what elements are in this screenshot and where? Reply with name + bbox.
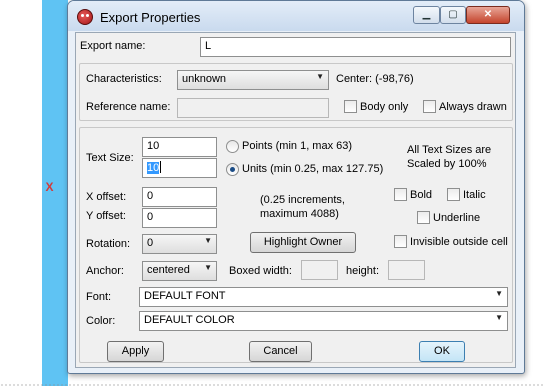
height-label: height: [346,265,380,277]
chevron-down-icon: ▼ [495,313,503,322]
text-size-label: Text Size: [86,152,134,164]
title-bar[interactable]: Export Properties ▁ ▢ ✕ [68,1,524,31]
text-size-units-input[interactable]: 10 [142,158,217,178]
points-label: Points (min 1, max 63) [242,140,353,152]
rotation-label: Rotation: [86,238,131,250]
export-properties-dialog: Export Properties ▁ ▢ ✕ Export name: L C… [67,0,525,374]
characteristics-value: unknown [182,73,227,85]
characteristics-label: Characteristics: [86,73,162,85]
chevron-down-icon: ▼ [316,72,324,81]
underline-checkbox[interactable] [417,211,430,224]
italic-label: Italic [463,189,486,201]
body-only-label: Body only [360,101,409,113]
boxed-width-label: Boxed width: [229,265,292,277]
x-offset-input[interactable]: 0 [142,187,217,207]
chevron-down-icon: ▼ [204,236,212,245]
y-offset-label: Y offset: [86,210,126,222]
cancel-button[interactable]: Cancel [249,341,312,362]
maximize-button[interactable]: ▢ [440,6,466,24]
text-size-points-input[interactable]: 10 [142,137,217,157]
increments-note-line1: (0.25 increments, [260,194,345,206]
invisible-outside-cell-label: Invisible outside cell [410,236,508,248]
y-offset-input[interactable]: 0 [142,208,217,228]
increments-note-line2: maximum 4088) [260,208,339,220]
close-icon: ✕ [483,9,493,20]
characteristics-select[interactable]: unknown ▼ [177,70,329,90]
chevron-down-icon: ▼ [495,289,503,298]
font-value: DEFAULT FONT [144,290,226,302]
font-select[interactable]: DEFAULT FONT ▼ [139,287,508,307]
minimize-button[interactable]: ▁ [413,6,440,24]
units-label: Units (min 0.25, max 127.75) [242,163,384,175]
italic-checkbox[interactable] [447,188,460,201]
x-offset-label: X offset: [86,191,127,203]
units-radio[interactable] [226,163,239,176]
height-input[interactable] [388,260,425,280]
apply-button[interactable]: Apply [107,341,164,362]
reference-name-input[interactable] [177,98,329,118]
anchor-label: Anchor: [86,265,124,277]
color-select[interactable]: DEFAULT COLOR ▼ [139,311,508,331]
app-icon [77,9,93,25]
reference-name-label: Reference name: [86,101,171,113]
rotation-select[interactable]: 0 ▼ [142,234,217,254]
dialog-content: Export name: L Characteristics: unknown … [75,32,516,368]
invisible-outside-cell-checkbox[interactable] [394,235,407,248]
center-text: Center: (-98,76) [336,73,414,85]
text-caret [160,161,162,173]
anchor-select[interactable]: centered ▼ [142,261,217,281]
export-name-input[interactable]: L [200,37,511,57]
always-drawn-checkbox[interactable] [423,100,436,113]
text-size-units-value: 10 [147,162,160,174]
chevron-down-icon: ▼ [204,263,212,272]
always-drawn-label: Always drawn [439,101,507,113]
export-name-label: Export name: [80,40,146,52]
color-label: Color: [86,315,116,327]
background-dotted-line [0,384,545,386]
bold-label: Bold [410,189,433,201]
font-label: Font: [86,291,112,303]
highlight-owner-button[interactable]: Highlight Owner [250,232,356,253]
text-size-scale-note-line1: All Text Sizes are [407,144,492,156]
points-radio[interactable] [226,140,239,153]
color-value: DEFAULT COLOR [144,314,235,326]
text-size-scale-note-line2: Scaled by 100% [407,158,487,170]
background-marker: X [45,180,54,194]
boxed-width-input[interactable] [301,260,338,280]
window-title: Export Properties [100,10,201,25]
bold-checkbox[interactable] [394,188,407,201]
maximize-icon: ▢ [448,9,458,20]
minimize-icon: ▁ [422,9,431,20]
body-only-checkbox[interactable] [344,100,357,113]
anchor-value: centered [147,264,190,276]
export-name-value: L [205,40,212,52]
close-button[interactable]: ✕ [466,6,510,24]
rotation-value: 0 [147,237,154,249]
ok-button[interactable]: OK [419,341,465,362]
underline-label: Underline [433,212,481,224]
